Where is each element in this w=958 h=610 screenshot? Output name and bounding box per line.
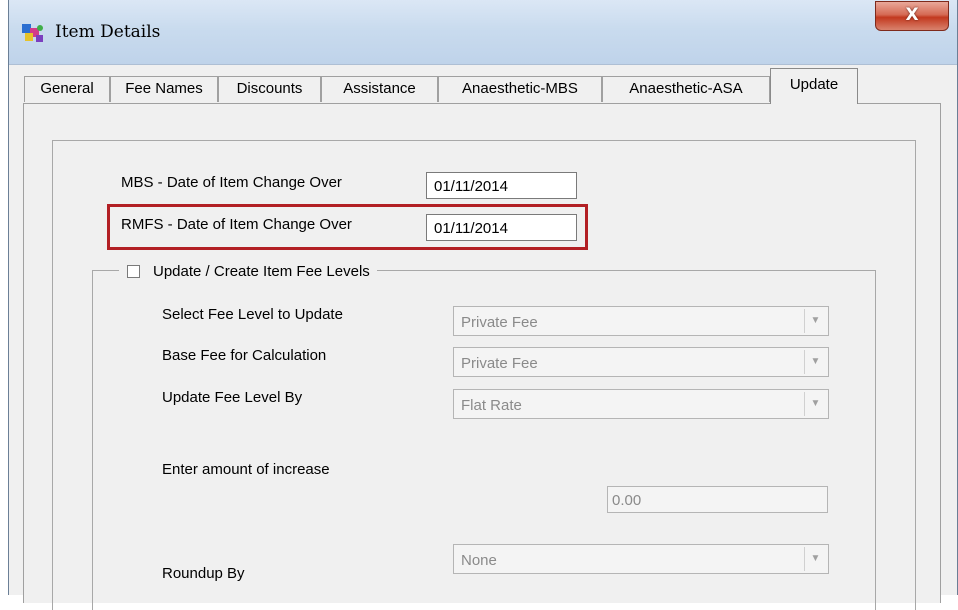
roundup-label: Roundup By bbox=[162, 565, 245, 582]
tab-discounts[interactable]: Discounts bbox=[218, 76, 321, 102]
title-bar[interactable]: Item Details X bbox=[9, 0, 957, 65]
tab-anaesthetic-mbs[interactable]: Anaesthetic-MBS bbox=[438, 76, 602, 102]
select-fee-level-dropdown[interactable]: Private Fee ▼ bbox=[453, 306, 829, 336]
update-by-value: Flat Rate bbox=[461, 397, 522, 414]
tab-update[interactable]: Update bbox=[770, 68, 858, 104]
tab-anaesthetic-asa[interactable]: Anaesthetic-ASA bbox=[602, 76, 770, 102]
tab-general[interactable]: General bbox=[24, 76, 110, 102]
chevron-down-icon[interactable]: ▼ bbox=[804, 309, 826, 333]
base-fee-label: Base Fee for Calculation bbox=[162, 347, 327, 364]
update-by-label: Update Fee Level By bbox=[162, 389, 303, 406]
update-by-dropdown[interactable]: Flat Rate ▼ bbox=[453, 389, 829, 419]
amount-label: Enter amount of increase bbox=[162, 461, 330, 478]
window-title: Item Details bbox=[55, 22, 161, 42]
base-fee-value: Private Fee bbox=[461, 355, 538, 372]
select-fee-level-value: Private Fee bbox=[461, 314, 538, 331]
roundup-value: None bbox=[461, 552, 497, 569]
amount-field[interactable]: 0.00 bbox=[607, 486, 828, 513]
mbs-date-label: MBS - Date of Item Change Over bbox=[121, 174, 342, 191]
tab-fee-names[interactable]: Fee Names bbox=[110, 76, 218, 102]
tab-assistance[interactable]: Assistance bbox=[321, 76, 438, 102]
update-fee-levels-label[interactable]: Update / Create Item Fee Levels bbox=[153, 263, 370, 280]
chevron-down-icon[interactable]: ▼ bbox=[804, 547, 826, 571]
select-fee-level-label: Select Fee Level to Update bbox=[162, 306, 343, 323]
mbs-date-field[interactable]: 01/11/2014 bbox=[426, 172, 577, 199]
item-details-app-icon bbox=[21, 22, 45, 44]
update-fee-levels-checkbox[interactable] bbox=[127, 264, 140, 278]
close-icon: X bbox=[905, 5, 919, 25]
chevron-down-icon[interactable]: ▼ bbox=[804, 392, 826, 416]
roundup-dropdown[interactable]: None ▼ bbox=[453, 544, 829, 574]
update-fee-levels-legend: Update / Create Item Fee Levels bbox=[119, 262, 377, 280]
chevron-down-icon[interactable]: ▼ bbox=[804, 350, 826, 374]
base-fee-dropdown[interactable]: Private Fee ▼ bbox=[453, 347, 829, 377]
rmfs-date-label: RMFS - Date of Item Change Over bbox=[121, 216, 352, 233]
close-button[interactable]: X bbox=[875, 1, 949, 31]
rmfs-date-field[interactable]: 01/11/2014 bbox=[426, 214, 577, 241]
